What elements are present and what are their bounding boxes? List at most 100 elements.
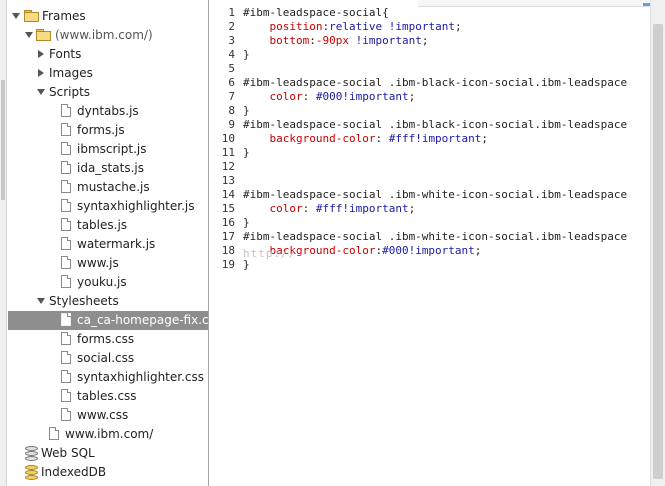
tree-item-fonts[interactable]: Fonts xyxy=(8,45,208,64)
line-number: 14 xyxy=(221,188,235,201)
line-number: 11 xyxy=(221,146,235,159)
tree-item-frames[interactable]: Frames xyxy=(8,7,208,26)
tree-item-script-file[interactable]: www.js xyxy=(8,254,208,273)
line-number: 3 xyxy=(228,34,235,47)
code-line: #ibm-leadspace-social{ xyxy=(243,6,627,20)
code-line: #ibm-leadspace-social .ibm-black-icon-so… xyxy=(243,118,627,132)
tree-item-script-file[interactable]: dyntabs.js xyxy=(8,102,208,121)
code-token: color xyxy=(243,202,303,215)
tree-item-web-sql[interactable]: Web SQL xyxy=(8,444,208,463)
css-source-editor[interactable]: 1 2 3 4 5 6 7 8 9 10 11 12 13 14 15 16 17 18 19 #ibm-leads… xyxy=(209,0,665,486)
file-icon xyxy=(61,332,71,345)
code-line: color: #000!important; xyxy=(243,90,627,104)
folder-icon xyxy=(36,29,51,41)
tree-item-label: IndexedDB xyxy=(41,465,107,479)
code-token: #ibm-leadspace-social{ xyxy=(243,6,389,19)
tree-item-label: Web SQL xyxy=(41,446,95,460)
code-token: ; xyxy=(408,202,416,215)
file-icon xyxy=(61,370,71,383)
code-token: relative !important xyxy=(329,20,455,33)
file-icon xyxy=(61,313,71,326)
collapse-arrow-icon[interactable] xyxy=(38,50,44,58)
file-icon xyxy=(61,180,71,193)
code-token: ; xyxy=(454,20,462,33)
code-token: : xyxy=(302,90,316,103)
line-number: 6 xyxy=(228,76,235,89)
editor-scrollbar-thumb[interactable] xyxy=(653,24,663,479)
file-icon xyxy=(61,408,71,421)
code-token: ; xyxy=(481,132,489,145)
code-token: -90px xyxy=(315,34,349,47)
tree-item-stylesheet-file[interactable]: www.css xyxy=(8,406,208,425)
tree-item-script-file[interactable]: tables.js xyxy=(8,216,208,235)
code-token: } xyxy=(243,104,250,117)
tree-item-stylesheet-file[interactable]: social.css xyxy=(8,349,208,368)
tree-item-indexeddb[interactable]: IndexedDB xyxy=(8,463,208,482)
expand-arrow-icon[interactable] xyxy=(37,298,45,304)
code-token: ; xyxy=(421,34,429,47)
code-token: #ibm-leadspace-social .ibm-white-icon-so… xyxy=(243,188,628,201)
tree-item-label: www.css xyxy=(77,408,129,422)
line-number: 7 xyxy=(228,90,235,103)
tree-item-document[interactable]: www.ibm.com/ xyxy=(8,425,208,444)
tree-item-stylesheet-file[interactable]: syntaxhighlighter.css xyxy=(8,368,208,387)
expand-arrow-icon[interactable] xyxy=(37,89,45,95)
code-token: #ibm-leadspace-social .ibm-white-icon-so… xyxy=(243,230,628,243)
tree-item-script-file[interactable]: watermark.js xyxy=(8,235,208,254)
tree-item-label: forms.js xyxy=(77,123,125,137)
code-line: } xyxy=(243,216,627,230)
tree-item-stylesheet-file[interactable]: forms.css xyxy=(8,330,208,349)
tree-item-label: ca_ca-homepage-fix.css xyxy=(77,313,208,327)
code-line: } xyxy=(243,146,627,160)
code-token: color xyxy=(243,90,303,103)
code-token: #fff!important xyxy=(388,132,482,145)
tree-item-stylesheet-file[interactable]: tables.css xyxy=(8,387,208,406)
tree-item-script-file[interactable]: syntaxhighlighter.js xyxy=(8,197,208,216)
code-token: } xyxy=(243,48,250,61)
tree-item-label: syntaxhighlighter.js xyxy=(77,199,195,213)
left-scrollbar[interactable] xyxy=(0,0,7,486)
code-line: background-color:#000!important; xyxy=(243,244,627,258)
code-content[interactable]: #ibm-leadspace-social{ position:relative… xyxy=(243,6,627,272)
tree-item-label: youku.js xyxy=(77,275,127,289)
tree-item-script-file[interactable]: mustache.js xyxy=(8,178,208,197)
tree-item-label: social.css xyxy=(77,351,135,365)
tree-item-label: Fonts xyxy=(49,47,82,61)
tree-item-stylesheets[interactable]: Stylesheets xyxy=(8,292,208,311)
folder-icon xyxy=(24,10,39,22)
tree-item-script-file[interactable]: youku.js xyxy=(8,273,208,292)
line-number: 15 xyxy=(221,202,235,215)
left-scrollbar-thumb[interactable] xyxy=(1,80,5,200)
tree-item-scripts[interactable]: Scripts xyxy=(8,83,208,102)
editor-scrollbar[interactable] xyxy=(650,0,665,486)
file-icon xyxy=(61,104,71,117)
file-icon xyxy=(61,218,71,231)
tree-item-label: (www.ibm.com/) xyxy=(55,28,153,42)
expand-arrow-icon[interactable] xyxy=(12,13,20,19)
code-token: : xyxy=(375,132,389,145)
tree-item-script-file[interactable]: ida_stats.js xyxy=(8,159,208,178)
tree-item-script-file[interactable]: forms.js xyxy=(8,121,208,140)
tree-item-label: mustache.js xyxy=(77,180,150,194)
tree-item-frame-ibm[interactable]: (www.ibm.com/) xyxy=(8,26,208,45)
file-icon xyxy=(61,123,71,136)
tree-item-stylesheet-file-selected[interactable]: ca_ca-homepage-fix.css xyxy=(8,311,208,330)
code-line: #ibm-leadspace-social .ibm-white-icon-so… xyxy=(243,188,627,202)
watermark-text: http:// xyxy=(243,247,297,260)
line-number: 18 xyxy=(221,244,235,257)
file-icon xyxy=(61,275,71,288)
line-number: 8 xyxy=(228,104,235,117)
line-number: 1 xyxy=(228,6,235,19)
tree-item-script-file[interactable]: ibmscript.js xyxy=(8,140,208,159)
collapse-arrow-icon[interactable] xyxy=(38,69,44,77)
code-token: #ibm-leadspace-social .ibm-black-icon-so… xyxy=(243,118,628,131)
tree-item-images[interactable]: Images xyxy=(8,64,208,83)
tree-item-label: tables.css xyxy=(77,389,137,403)
code-token: #ibm-leadspace-social .ibm-black-icon-so… xyxy=(243,76,628,89)
tree-item-label: Stylesheets xyxy=(49,294,119,308)
file-icon xyxy=(61,142,71,155)
code-token: #fff!important xyxy=(315,202,409,215)
expand-arrow-icon[interactable] xyxy=(25,32,33,38)
code-token: } xyxy=(243,146,250,159)
code-line: bottom:-90px !important; xyxy=(243,34,627,48)
